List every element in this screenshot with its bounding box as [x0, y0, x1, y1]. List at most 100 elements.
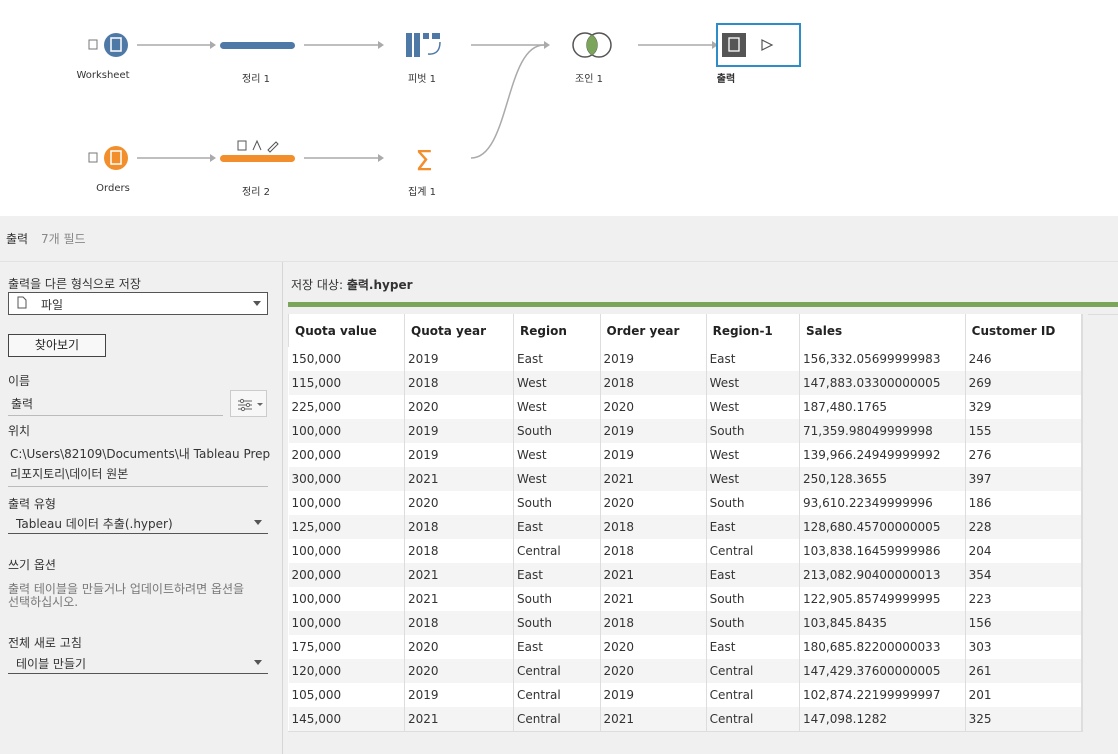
table-cell[interactable]: Central: [706, 539, 801, 563]
name-field[interactable]: 출력: [8, 392, 223, 416]
table-cell[interactable]: West: [513, 395, 601, 419]
table-cell[interactable]: 186: [965, 491, 1083, 515]
table-cell[interactable]: 2018: [404, 539, 515, 563]
table-cell[interactable]: West: [706, 395, 801, 419]
table-cell[interactable]: 2018: [404, 611, 515, 635]
column-header[interactable]: Region: [513, 314, 601, 347]
table-cell[interactable]: 2019: [600, 683, 707, 707]
table-cell[interactable]: Central: [513, 683, 601, 707]
table-cell[interactable]: 139,966.24949999992: [799, 443, 966, 467]
table-cell[interactable]: West: [513, 467, 601, 491]
table-cell[interactable]: South: [513, 419, 601, 443]
table-cell[interactable]: 276: [965, 443, 1083, 467]
table-cell[interactable]: 246: [965, 347, 1083, 371]
node-label-output[interactable]: 출력: [686, 70, 766, 85]
table-cell[interactable]: Central: [706, 683, 801, 707]
table-cell[interactable]: 103,838.16459999986: [799, 539, 966, 563]
table-cell[interactable]: 213,082.90400000013: [799, 563, 966, 587]
table-cell[interactable]: 2021: [600, 707, 707, 731]
table-cell[interactable]: 250,128.3655: [799, 467, 966, 491]
table-cell[interactable]: 156: [965, 611, 1083, 635]
table-cell[interactable]: 2020: [600, 491, 707, 515]
table-cell[interactable]: East: [513, 635, 601, 659]
table-cell[interactable]: 200,000: [288, 563, 406, 587]
table-cell[interactable]: 223: [965, 587, 1083, 611]
table-cell[interactable]: Central: [513, 659, 601, 683]
table-cell[interactable]: 155: [965, 419, 1083, 443]
table-cell[interactable]: South: [513, 611, 601, 635]
table-cell[interactable]: 2019: [600, 419, 707, 443]
node-label-orders[interactable]: Orders: [73, 183, 153, 194]
table-cell[interactable]: 2019: [404, 443, 515, 467]
node-label-pivot1[interactable]: 피벗 1: [382, 70, 462, 85]
location-path-line1[interactable]: C:\Users\82109\Documents\내 Tableau Prep: [10, 445, 270, 462]
table-cell[interactable]: Central: [513, 539, 601, 563]
table-cell[interactable]: 261: [965, 659, 1083, 683]
table-cell[interactable]: 269: [965, 371, 1083, 395]
table-cell[interactable]: West: [706, 467, 801, 491]
table-cell[interactable]: East: [513, 515, 601, 539]
table-cell[interactable]: East: [706, 515, 801, 539]
table-cell[interactable]: 329: [965, 395, 1083, 419]
table-cell[interactable]: South: [513, 491, 601, 515]
table-cell[interactable]: 71,359.98049999998: [799, 419, 966, 443]
table-cell[interactable]: 2021: [404, 563, 515, 587]
table-cell[interactable]: South: [513, 587, 601, 611]
table-cell[interactable]: South: [706, 611, 801, 635]
table-cell[interactable]: 102,874.22199999997: [799, 683, 966, 707]
table-cell[interactable]: Central: [706, 707, 801, 731]
node-label-aggregate1[interactable]: 집계 1: [382, 183, 462, 198]
table-cell[interactable]: 147,098.1282: [799, 707, 966, 731]
table-cell[interactable]: 2019: [600, 347, 707, 371]
table-cell[interactable]: 2019: [600, 443, 707, 467]
table-cell[interactable]: 2018: [600, 539, 707, 563]
table-cell[interactable]: East: [706, 347, 801, 371]
table-cell[interactable]: 2020: [404, 395, 515, 419]
table-cell[interactable]: Central: [706, 659, 801, 683]
table-cell[interactable]: 115,000: [288, 371, 406, 395]
table-cell[interactable]: 120,000: [288, 659, 406, 683]
table-cell[interactable]: West: [706, 443, 801, 467]
flow-canvas[interactable]: Σ Worksheet 정리 1 피벗 1 조인 1 출력 Orders 정리 …: [0, 0, 1118, 216]
table-cell[interactable]: East: [706, 635, 801, 659]
column-header[interactable]: Region-1: [705, 314, 801, 347]
table-cell[interactable]: 2020: [404, 635, 515, 659]
table-cell[interactable]: 103,845.8435: [799, 611, 966, 635]
table-cell[interactable]: West: [513, 443, 601, 467]
table-cell[interactable]: 93,610.22349999996: [799, 491, 966, 515]
table-cell[interactable]: Central: [513, 707, 601, 731]
table-cell[interactable]: 2021: [404, 467, 515, 491]
table-cell[interactable]: 100,000: [288, 611, 406, 635]
table-cell[interactable]: South: [706, 419, 801, 443]
table-cell[interactable]: 100,000: [288, 419, 406, 443]
table-cell[interactable]: 325: [965, 707, 1083, 731]
table-cell[interactable]: West: [706, 371, 801, 395]
table-cell[interactable]: 100,000: [288, 539, 406, 563]
browse-button[interactable]: 찾아보기: [8, 334, 106, 357]
table-cell[interactable]: 187,480.1765: [799, 395, 966, 419]
table-cell[interactable]: 303: [965, 635, 1083, 659]
table-cell[interactable]: 2018: [600, 371, 707, 395]
table-cell[interactable]: 354: [965, 563, 1083, 587]
table-cell[interactable]: 2021: [404, 707, 515, 731]
table-cell[interactable]: 2018: [404, 371, 515, 395]
table-cell[interactable]: 100,000: [288, 491, 406, 515]
table-cell[interactable]: West: [513, 371, 601, 395]
table-cell[interactable]: 2021: [600, 563, 707, 587]
table-cell[interactable]: 204: [965, 539, 1083, 563]
table-cell[interactable]: South: [706, 491, 801, 515]
table-cell[interactable]: 201: [965, 683, 1083, 707]
table-cell[interactable]: 2019: [404, 419, 515, 443]
table-cell[interactable]: 2020: [600, 659, 707, 683]
table-cell[interactable]: 150,000: [288, 347, 406, 371]
table-cell[interactable]: 2019: [404, 683, 515, 707]
table-cell[interactable]: 125,000: [288, 515, 406, 539]
node-label-worksheet[interactable]: Worksheet: [63, 70, 143, 81]
table-cell[interactable]: 100,000: [288, 587, 406, 611]
table-cell[interactable]: 2020: [404, 491, 515, 515]
node-label-clean1[interactable]: 정리 1: [216, 70, 296, 85]
table-cell[interactable]: 2018: [600, 611, 707, 635]
table-cell[interactable]: 2020: [600, 635, 707, 659]
node-label-join1[interactable]: 조인 1: [549, 70, 629, 85]
table-cell[interactable]: 2021: [404, 587, 515, 611]
